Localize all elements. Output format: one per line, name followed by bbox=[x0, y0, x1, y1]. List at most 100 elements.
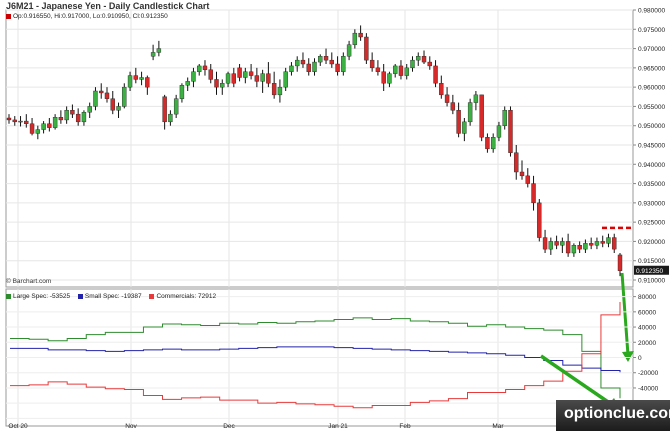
cot-tick-label: 0 bbox=[638, 355, 642, 362]
candle-body bbox=[381, 71, 386, 84]
candle-body bbox=[145, 77, 150, 88]
candle-body bbox=[560, 241, 565, 246]
ohlc-text: Op:0.916550, Hi:0.917000, Lo:0.910950, C… bbox=[13, 13, 168, 20]
legend-label: Small Spec: -19387 bbox=[84, 293, 142, 300]
candle-body bbox=[260, 73, 265, 82]
candle-body bbox=[99, 90, 104, 94]
source-credit: © Barchart.com bbox=[6, 278, 52, 285]
candle-body bbox=[248, 71, 254, 76]
candle-body bbox=[323, 56, 329, 61]
candle-body bbox=[35, 129, 41, 134]
candle-body bbox=[243, 71, 248, 78]
candle-body bbox=[185, 81, 190, 86]
candle-body bbox=[300, 59, 306, 65]
candle-body bbox=[525, 175, 530, 184]
price-tick-label: 0.980000 bbox=[638, 8, 665, 15]
candle-body bbox=[52, 117, 58, 128]
price-tick-label: 0.920000 bbox=[638, 239, 665, 246]
candle-body bbox=[318, 56, 323, 63]
x-tick-label: Feb bbox=[399, 423, 411, 430]
x-tick-label: Dec bbox=[223, 423, 235, 430]
legend-commercials: Commercials: 72912 bbox=[149, 293, 216, 300]
candle-body bbox=[329, 59, 334, 65]
legend-swatch bbox=[6, 293, 11, 299]
price-tick-label: 0.950000 bbox=[638, 123, 665, 130]
price-tick-label: 0.930000 bbox=[638, 200, 665, 207]
candle-body bbox=[358, 32, 363, 38]
candle-body bbox=[58, 117, 64, 121]
candle-body bbox=[341, 56, 346, 72]
price-tick-label: 0.970000 bbox=[638, 46, 665, 53]
candle-body bbox=[312, 61, 317, 72]
price-tick-label: 0.940000 bbox=[638, 162, 665, 169]
candle-body bbox=[29, 123, 35, 134]
candle-body bbox=[364, 36, 369, 61]
candle-body bbox=[335, 63, 340, 72]
price-tick-label: 0.945000 bbox=[638, 143, 665, 150]
legend-small-spec: Small Spec: -19387 bbox=[77, 293, 142, 300]
candle-body bbox=[416, 56, 421, 61]
candle-body bbox=[375, 67, 381, 72]
candle-body bbox=[18, 120, 23, 123]
candle-body bbox=[168, 113, 173, 123]
candle-body bbox=[191, 71, 196, 82]
candle-body bbox=[467, 102, 473, 123]
candle-body bbox=[508, 110, 513, 153]
brand-text: optionclue.com bbox=[564, 405, 670, 422]
chart-title: J6M21 - Japanese Yen - Daily Candlestick… bbox=[6, 1, 210, 11]
candle-body bbox=[479, 94, 484, 138]
price-tick-label: 0.955000 bbox=[638, 104, 665, 111]
candle-body bbox=[237, 67, 242, 78]
candle-body bbox=[254, 75, 260, 82]
candle-body bbox=[519, 171, 525, 177]
legend-label: Commercials: 72912 bbox=[156, 293, 217, 300]
candle-body bbox=[24, 120, 29, 124]
candle-body bbox=[208, 69, 213, 80]
candle-body bbox=[427, 61, 432, 67]
candle-body bbox=[456, 110, 461, 134]
chart-container: 0.980000 0.975000 0.970000 0.965000 0.960000… bbox=[0, 0, 670, 431]
legend-swatch bbox=[77, 293, 83, 299]
candle-body bbox=[346, 44, 352, 57]
candle-body bbox=[104, 92, 110, 99]
candle-body bbox=[473, 94, 479, 103]
candle-body bbox=[139, 77, 144, 80]
cot-legend: Large Spec: -53525 Small Spec: -19387 Co… bbox=[6, 293, 222, 300]
candle-body bbox=[87, 106, 92, 113]
ohlc-swatch bbox=[6, 13, 11, 19]
cot-tick-label: -40000 bbox=[638, 385, 659, 392]
candle-body bbox=[93, 90, 98, 107]
candle-body bbox=[439, 83, 444, 96]
legend-large-spec: Large Spec: -53525 bbox=[6, 293, 70, 300]
candle-body bbox=[369, 59, 375, 69]
candle-body bbox=[450, 102, 456, 111]
candle-body bbox=[433, 65, 438, 84]
cot-tick-label: 20000 bbox=[638, 340, 656, 347]
candle-body bbox=[41, 123, 46, 130]
candle-body bbox=[277, 86, 283, 96]
price-tick-label: 0.910000 bbox=[638, 278, 665, 285]
cot-tick-label: -20000 bbox=[638, 370, 659, 377]
candle-body bbox=[179, 85, 185, 99]
brand-logo: optionclue.com bbox=[556, 400, 670, 431]
candle-body bbox=[444, 94, 450, 103]
candle-body bbox=[496, 125, 502, 138]
x-tick-label: Oct 20 bbox=[8, 423, 28, 430]
candle-body bbox=[81, 112, 87, 123]
last-price-label: 0.912350 bbox=[636, 268, 663, 275]
candle-body bbox=[548, 241, 554, 250]
legend-swatch bbox=[149, 293, 155, 299]
candle-body bbox=[594, 241, 600, 246]
candle-body bbox=[554, 241, 559, 246]
candle-body bbox=[410, 59, 415, 69]
candle-body bbox=[133, 75, 139, 80]
x-tick-label: Nov bbox=[125, 423, 137, 430]
candle-body bbox=[612, 237, 617, 250]
x-tick-label: Jan 21 bbox=[328, 423, 348, 430]
candle-body bbox=[156, 48, 162, 53]
price-tick-label: 0.965000 bbox=[638, 65, 665, 72]
candle-body bbox=[271, 83, 277, 96]
candle-body bbox=[231, 73, 237, 84]
candle-body bbox=[70, 110, 75, 115]
candle-body bbox=[462, 121, 467, 134]
